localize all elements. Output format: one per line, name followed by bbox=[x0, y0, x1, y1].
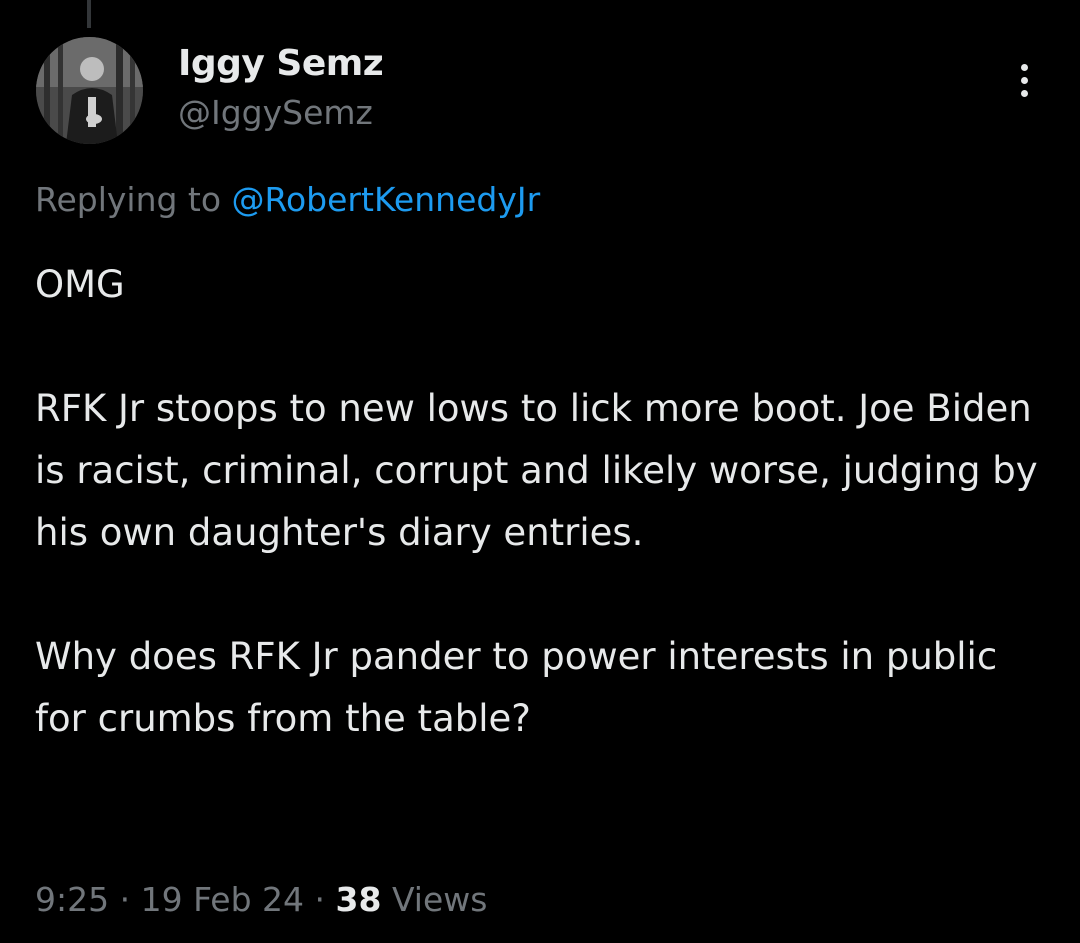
reply-target-link[interactable]: @RobertKennedyJr bbox=[232, 180, 541, 219]
replying-to-line: Replying to @RobertKennedyJr bbox=[35, 178, 540, 222]
views-label[interactable]: Views bbox=[392, 880, 488, 919]
thread-connector-line bbox=[87, 0, 91, 28]
author-name[interactable]: Iggy Semz bbox=[178, 42, 384, 86]
avatar[interactable] bbox=[36, 37, 143, 144]
tweet-date[interactable]: 19 Feb 24 bbox=[141, 880, 304, 919]
meta-separator: · bbox=[119, 880, 131, 919]
tweet-text: OMG RFK Jr stoops to new lows to lick mo… bbox=[35, 254, 1045, 750]
replying-to-label: Replying to bbox=[35, 180, 222, 219]
tweet-metadata: 9:25 · 19 Feb 24 · 38 Views bbox=[35, 878, 487, 922]
views-count[interactable]: 38 bbox=[336, 880, 382, 919]
meta-separator: · bbox=[314, 880, 326, 919]
avatar-image bbox=[36, 37, 143, 144]
tweet-paragraph: OMG bbox=[35, 263, 125, 306]
more-vertical-icon bbox=[1020, 63, 1028, 71]
more-options-button[interactable] bbox=[1000, 56, 1048, 104]
more-vertical-icon-dot-3 bbox=[1020, 89, 1028, 97]
tweet-paragraph: RFK Jr stoops to new lows to lick more b… bbox=[35, 387, 1038, 554]
tweet-paragraph: Why does RFK Jr pander to power interest… bbox=[35, 635, 998, 740]
author-handle[interactable]: @IggySemz bbox=[178, 92, 373, 134]
more-vertical-icon-dot-2 bbox=[1020, 76, 1028, 84]
tweet-time[interactable]: 9:25 bbox=[35, 880, 109, 919]
